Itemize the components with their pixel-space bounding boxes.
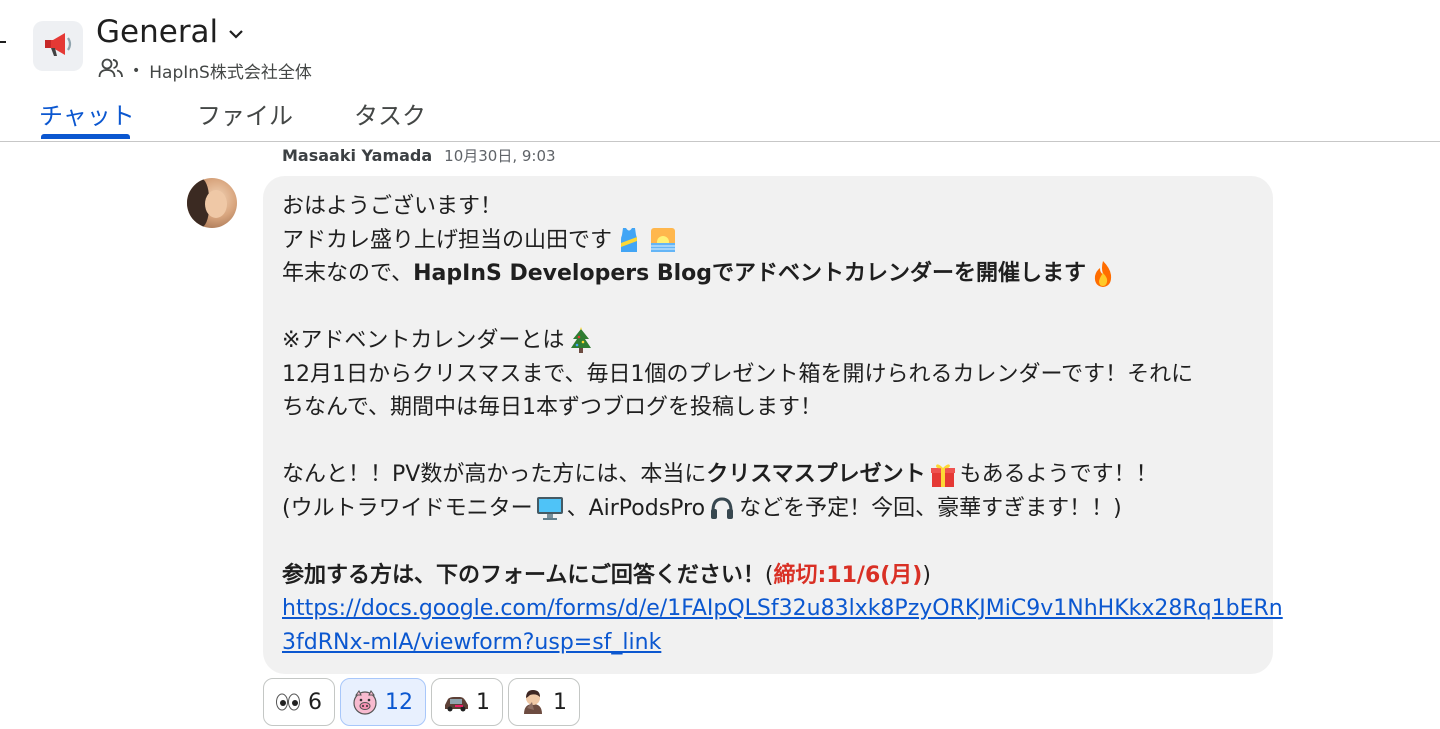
reaction-count: 1 [476,689,490,715]
custom-person-icon [519,688,547,716]
message-timestamp: 10月30日, 9:03 [444,147,556,165]
tab-chat[interactable]: チャット [39,96,135,131]
headphones-icon [708,494,736,522]
custom-car-icon [442,688,470,716]
bold-text: クリスマスプレゼント [706,462,926,487]
header-divider [0,141,1440,142]
space-subtitle: • HapInS株式会社全体 [98,57,312,84]
message-line: ※アドベントカレンダーとは [282,324,1262,358]
message-line: なんと！！PV数が高かった方には、本当に クリスマスプレゼント もあるようです！… [282,458,1262,492]
bold-text: HapInS Developers Blogでアドベントカレンダーを開催します [413,261,1087,286]
sunrise-icon [649,226,677,254]
tab-bar: チャット ファイル タスク [0,96,1440,142]
reaction-bar: 6 12 1 1 [263,678,585,726]
active-tab-indicator [41,134,130,139]
message-body: おはようございます！ アドカレ盛り上げ担当の山田です 年末なので、 HapInS… [282,190,1283,660]
custom-pig-icon [351,688,379,716]
organization-name: HapInS株式会社全体 [149,63,312,83]
fire-icon [1089,260,1117,288]
reaction-custom-person[interactable]: 1 [508,678,580,726]
chevron-down-icon [228,25,244,44]
message-line: 12月1日からクリスマスまで、毎日1個のプレゼント箱を開けられるカレンダーです！… [282,361,1194,387]
message-line: おはようございます！ [282,194,503,219]
message-line: 参加する方は、下のフォームにご回答ください！ ( 締切:11/6(月) ) [282,559,1262,593]
chat-space-view: General • HapInS株式会社全体 チャット ファイル タスク Mas… [0,0,1440,729]
tab-tasks[interactable]: タスク [354,96,426,131]
message-line: アドカレ盛り上げ担当の山田です [282,224,1262,258]
reaction-eyes[interactable]: 6 [263,678,335,726]
message-line: https://docs.google.com/forms/d/e/1FAIpQ… [282,592,1283,626]
reaction-count: 12 [385,689,413,715]
space-title-dropdown[interactable]: General [96,14,244,50]
space-avatar[interactable] [33,21,83,71]
reaction-custom-car[interactable]: 1 [431,678,503,726]
people-icon[interactable] [98,57,124,84]
sender-name[interactable]: Masaaki Yamada [282,146,432,165]
separator-dot: • [132,62,141,79]
deadline-text: 締切:11/6(月) [773,562,923,588]
message-line: (ウルトラワイドモニター 、AirPodsPro などを予定！今回、豪華すぎます… [282,494,1122,522]
megaphone-icon [41,27,75,65]
back-edge-mark [0,41,6,43]
gift-icon [929,461,957,489]
reaction-count: 1 [553,689,567,715]
form-link[interactable]: https://docs.google.com/forms/d/e/1FAIpQ… [282,592,1283,626]
reaction-custom-pig[interactable]: 12 [340,678,426,726]
monitor-icon [536,494,564,522]
christmas-tree-icon [567,326,595,355]
reaction-count: 6 [308,689,322,715]
bold-text: 参加する方は、下のフォームにご回答ください！ [282,562,765,588]
eyes-icon [274,688,302,716]
message-line: 3fdRNx-mIA/viewform?usp=sf_link [282,626,1262,660]
avatar[interactable] [187,178,237,228]
tab-files[interactable]: ファイル [197,96,293,131]
space-name: General [96,14,219,50]
message-line: 年末なので、 HapInS Developers Blogでアドベントカレンダー… [282,257,1262,291]
form-link[interactable]: 3fdRNx-mIA/viewform?usp=sf_link [282,626,661,660]
running-shirt-icon [615,226,643,254]
message-line: ちなんで、期間中は毎日1本ずつブログを投稿します！ [282,395,823,420]
message-header: Masaaki Yamada 10月30日, 9:03 [282,145,556,166]
